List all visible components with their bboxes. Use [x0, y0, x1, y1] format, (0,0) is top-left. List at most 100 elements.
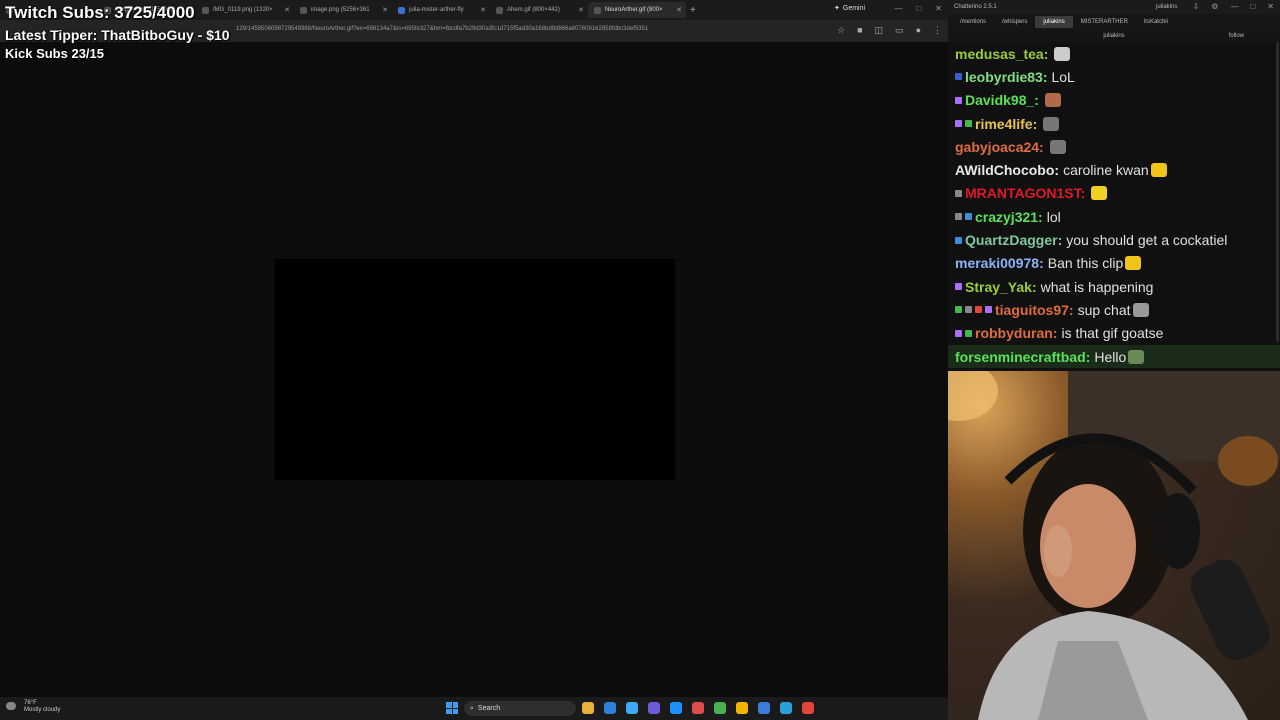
emote-icon[interactable]: [1125, 256, 1142, 271]
taskbar-search[interactable]: ⌕ Search: [464, 701, 576, 716]
chat-username[interactable]: leobyrdie83:: [965, 69, 1047, 85]
chat-scrollbar[interactable]: [1276, 42, 1279, 342]
chat-username[interactable]: gabyjoaca24:: [955, 139, 1044, 155]
badge-icon[interactable]: [955, 213, 962, 221]
chat-message[interactable]: rime4life:: [955, 112, 1280, 135]
badge-icon[interactable]: [965, 213, 972, 221]
browser-tab[interactable]: image.png (5256×361 ✕: [294, 2, 392, 18]
chat-message[interactable]: MRANTAGON1ST:: [955, 182, 1280, 205]
windows-start-icon[interactable]: [446, 702, 458, 714]
extension-icon[interactable]: ■: [857, 25, 862, 36]
chat-message[interactable]: Stray_Yak: what is happening: [955, 275, 1280, 298]
badge-icon[interactable]: [955, 96, 962, 104]
browser-tab[interactable]: julia-mister-arther-fly ✕: [392, 2, 490, 18]
chat-message[interactable]: tiaguitos97: sup chat: [955, 298, 1280, 321]
badge-icon[interactable]: [985, 306, 992, 314]
chat-message[interactable]: AWildChocobo: caroline kwan: [955, 158, 1280, 181]
close-tab-icon[interactable]: ✕: [578, 6, 584, 14]
chat-message[interactable]: medusas_tea:: [955, 42, 1280, 65]
emote-icon[interactable]: [1049, 139, 1066, 154]
chat-message[interactable]: leobyrdie83: LoL: [955, 65, 1280, 88]
badge-icon[interactable]: [955, 306, 962, 314]
taskbar-app-icon[interactable]: [604, 702, 616, 714]
close-tab-icon[interactable]: ✕: [480, 6, 486, 14]
chat-message[interactable]: meraki00978: Ban this clip: [955, 252, 1280, 275]
badge-icon[interactable]: [965, 306, 972, 314]
maximize-icon[interactable]: □: [1250, 2, 1255, 11]
close-icon[interactable]: ✕: [1267, 2, 1274, 11]
badge-icon[interactable]: [965, 329, 972, 337]
settings-gear-icon[interactable]: ⚙: [1211, 2, 1218, 11]
emote-icon[interactable]: [1132, 302, 1149, 317]
tab-whispers[interactable]: /whispers: [994, 16, 1035, 28]
chat-message[interactable]: Davidk98_:: [955, 89, 1280, 112]
minimize-icon[interactable]: —: [894, 4, 902, 13]
tab-misterarther[interactable]: MISTERARTHER: [1073, 16, 1136, 28]
follow-button[interactable]: follow: [1229, 33, 1244, 39]
url-field[interactable]: 129/1458506098729549988/NeuroArther.gif?…: [236, 26, 648, 32]
chat-username[interactable]: medusas_tea:: [955, 46, 1048, 62]
chat-username[interactable]: rime4life:: [975, 116, 1037, 132]
weather-widget[interactable]: 76°F Mostly cloudy: [6, 700, 60, 714]
badge-icon[interactable]: [955, 329, 962, 337]
close-tab-icon[interactable]: ✕: [382, 6, 388, 14]
chat-username[interactable]: QuartzDagger:: [965, 232, 1062, 248]
download-icon[interactable]: ⇩: [1193, 2, 1200, 11]
chat-message[interactable]: gabyjoaca24:: [955, 135, 1280, 158]
minimize-icon[interactable]: —: [1230, 2, 1238, 11]
chat-username[interactable]: MRANTAGON1ST:: [965, 185, 1085, 201]
chat-username[interactable]: tiaguitos97:: [995, 302, 1074, 318]
close-icon[interactable]: ✕: [935, 4, 942, 13]
emote-icon[interactable]: [1044, 93, 1061, 108]
badge-icon[interactable]: [955, 73, 962, 81]
badge-icon[interactable]: [955, 236, 962, 244]
new-tab-button[interactable]: +: [690, 5, 696, 16]
emote-icon[interactable]: [1054, 46, 1071, 61]
badge-icon[interactable]: [955, 120, 962, 128]
emote-icon[interactable]: [1128, 349, 1145, 364]
badge-icon[interactable]: [965, 120, 972, 128]
close-tab-icon[interactable]: ✕: [284, 6, 290, 14]
taskbar-app-icon[interactable]: [802, 702, 814, 714]
taskbar-app-icon[interactable]: [714, 702, 726, 714]
chat-message[interactable]: QuartzDagger: you should get a cockatiel: [955, 228, 1280, 251]
sidebar-icon[interactable]: ▭: [895, 25, 904, 36]
account-name[interactable]: juliakins: [1156, 4, 1177, 10]
taskbar-app-icon[interactable]: [780, 702, 792, 714]
gemini-button[interactable]: ✦ Gemini: [834, 4, 865, 13]
tab-juliakins[interactable]: juliakins: [1035, 16, 1073, 28]
taskbar-app-icon[interactable]: [692, 702, 704, 714]
chat-username[interactable]: meraki00978:: [955, 255, 1044, 271]
chat-username[interactable]: AWildChocobo:: [955, 162, 1059, 178]
taskbar-app-icon[interactable]: [670, 702, 682, 714]
profile-icon[interactable]: ●: [916, 25, 921, 36]
chat-message[interactable]: robbyduran: is that gif goatse: [955, 322, 1280, 345]
taskbar-app-icon[interactable]: [736, 702, 748, 714]
chat-message[interactable]: forsenminecraftbad: Hello: [948, 344, 1280, 369]
chat-message[interactable]: crazyj321: lol: [955, 205, 1280, 228]
menu-icon[interactable]: ⋮: [933, 25, 942, 36]
tab-mentions[interactable]: /mentions: [952, 16, 994, 28]
badge-icon[interactable]: [975, 306, 982, 314]
taskbar-app-icon[interactable]: [626, 702, 638, 714]
taskbar-app-icon[interactable]: [758, 702, 770, 714]
close-tab-icon[interactable]: ✕: [676, 6, 682, 14]
chat-username[interactable]: forsenminecraftbad:: [955, 349, 1090, 365]
tab-itskatchii[interactable]: itsKatchii: [1136, 16, 1176, 28]
bookmark-star-icon[interactable]: ☆: [837, 25, 845, 36]
badge-icon[interactable]: [955, 189, 962, 197]
emote-icon[interactable]: [1043, 116, 1060, 131]
maximize-icon[interactable]: □: [916, 4, 921, 13]
chat-username[interactable]: Stray_Yak:: [965, 279, 1037, 295]
emote-icon[interactable]: [1091, 186, 1108, 201]
chat-username[interactable]: Davidk98_:: [965, 92, 1039, 108]
badge-icon[interactable]: [955, 283, 962, 291]
browser-tab[interactable]: Ahem.gif (800×442) ✕: [490, 2, 588, 18]
taskbar-app-icon[interactable]: [582, 702, 594, 714]
chat-username[interactable]: robbyduran:: [975, 325, 1057, 341]
extensions-puzzle-icon[interactable]: ◫: [875, 25, 884, 36]
browser-tab-active[interactable]: NeuroArther.gif (800× ✕: [588, 2, 686, 18]
emote-icon[interactable]: [1150, 163, 1167, 178]
chat-username[interactable]: crazyj321:: [975, 209, 1043, 225]
browser-tab[interactable]: IMG_0119.png (1320× ✕: [196, 2, 294, 18]
